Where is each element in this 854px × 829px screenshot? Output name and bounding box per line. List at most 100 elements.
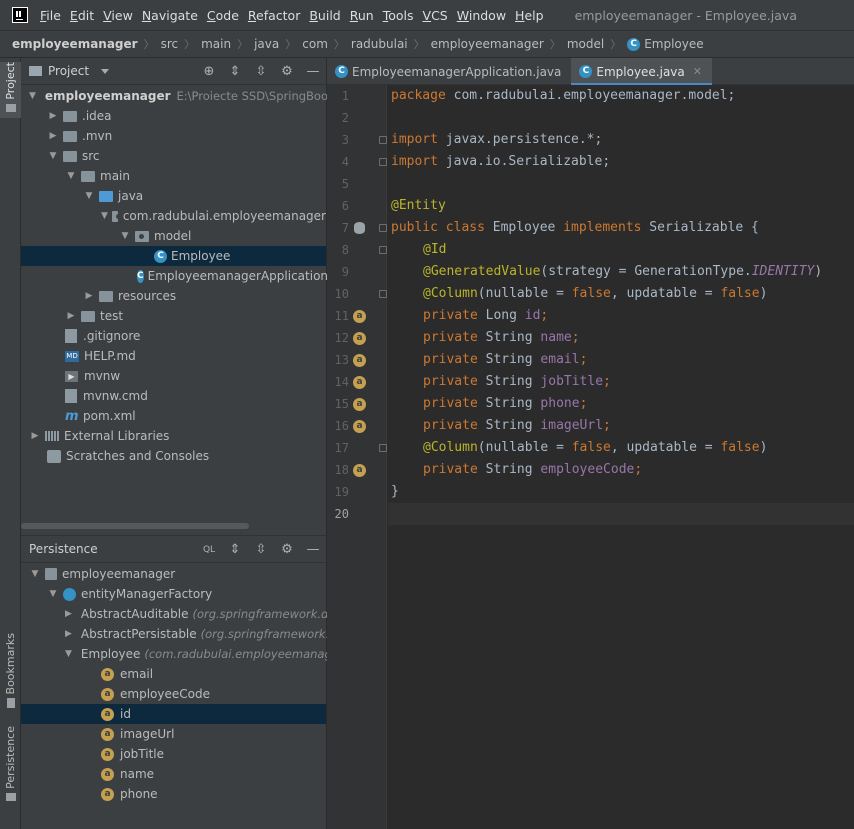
persistence-attr-job-title[interactable]: a jobTitle [21,744,326,764]
chevron-right-icon[interactable]: ▶ [29,431,41,441]
attribute-gutter-icon[interactable]: a [353,310,366,323]
collapse-all-icon[interactable]: ⇳ [254,64,268,79]
menu-window[interactable]: Window [457,8,506,23]
locate-icon[interactable]: ⊕ [202,64,216,79]
fold-marker-icon[interactable] [379,224,387,232]
tab-application-java[interactable]: C EmployeemanagerApplication.java [327,58,571,85]
tree-item-pom[interactable]: m pom.xml [21,406,326,426]
menu-navigate[interactable]: Navigate [142,8,198,23]
persistence-attr-image-url[interactable]: a imageUrl [21,724,326,744]
chevron-down-icon[interactable] [101,68,110,74]
breadcrumb-item[interactable]: src [161,37,179,51]
breadcrumb-item[interactable]: employeemanager [431,37,544,51]
persistence-item-abstract-persistable[interactable]: ▶ AbstractPersistable (org.springframewo… [21,624,337,644]
entity-gutter-icon[interactable] [354,222,365,234]
menu-view[interactable]: View [103,8,133,23]
minimize-icon[interactable]: — [306,64,320,79]
tree-item-external-libraries[interactable]: ▶ External Libraries [21,426,326,446]
persistence-item-abstract-auditable[interactable]: ▶ AbstractAuditable (org.springframework… [21,604,335,624]
horizontal-scrollbar[interactable] [21,523,249,529]
close-icon[interactable]: ✕ [693,65,702,78]
chevron-down-icon[interactable]: ▼ [101,211,108,221]
breadcrumb-item[interactable]: main [201,37,231,51]
tree-item-java[interactable]: ▼ java [21,186,326,206]
tree-item-idea[interactable]: ▶ .idea [21,106,326,126]
breadcrumb-item[interactable]: radubulai [351,37,408,51]
panel-title[interactable]: Project [48,64,89,78]
tree-item-root[interactable]: ▼ employeemanager E:\Proiecte SSD\Spring… [21,86,343,106]
tree-item-mvnw-cmd[interactable]: mvnw.cmd [21,386,326,406]
chevron-down-icon[interactable]: ▼ [47,589,59,599]
chevron-right-icon[interactable]: ▶ [47,131,59,141]
menu-code[interactable]: Code [207,8,239,23]
chevron-right-icon[interactable]: ▶ [65,629,72,639]
menu-file[interactable]: File [40,8,61,23]
chevron-down-icon[interactable]: ▼ [119,231,131,241]
tool-tab-bookmarks[interactable]: Bookmarks [0,633,21,713]
chevron-down-icon[interactable]: ▼ [65,171,77,181]
attribute-gutter-icon[interactable]: a [353,464,366,477]
menu-run[interactable]: Run [350,8,374,23]
breadcrumb-item[interactable]: java [254,37,279,51]
persistence-item-emf[interactable]: ▼ entityManagerFactory [21,584,326,604]
persistence-attr-employee-code[interactable]: a employeeCode [21,684,326,704]
persistence-attr-id[interactable]: a id [21,704,326,724]
tree-item-src[interactable]: ▼ src [21,146,326,166]
tree-item-model[interactable]: ▼ model [21,226,326,246]
tab-employee-java[interactable]: C Employee.java ✕ [571,58,712,86]
persistence-attr-phone[interactable]: a phone [21,784,326,804]
tree-item-scratches[interactable]: Scratches and Consoles [21,446,326,466]
attribute-gutter-icon[interactable]: a [353,398,366,411]
menu-tools[interactable]: Tools [383,8,414,23]
breadcrumb-item[interactable]: com [302,37,328,51]
tree-item-main[interactable]: ▼ main [21,166,326,186]
tree-item-package[interactable]: ▼ com.radubulai.employeemanager [21,206,326,226]
fold-marker-icon[interactable] [379,246,387,254]
menu-refactor[interactable]: Refactor [248,8,300,23]
chevron-down-icon[interactable]: ▼ [29,91,36,101]
fold-marker-icon[interactable] [379,444,387,452]
fold-marker-icon[interactable] [379,136,387,144]
chevron-down-icon[interactable]: ▼ [65,649,72,659]
fold-marker-icon[interactable] [379,158,387,166]
persistence-item-employee[interactable]: ▼ Employee (com.radubulai.employeemanag [21,644,332,664]
breadcrumb-item[interactable]: model [567,37,604,51]
tree-item-mvn[interactable]: ▶ .mvn [21,126,326,146]
chevron-right-icon[interactable]: ▶ [83,291,95,301]
menu-edit[interactable]: Edit [70,8,94,23]
attribute-gutter-icon[interactable]: a [353,420,366,433]
tree-item-employee[interactable]: C Employee [21,246,326,266]
code-editor[interactable]: package com.radubulai.employeemanager.mo… [388,85,854,829]
breadcrumb-item[interactable]: Employee [644,37,703,51]
breadcrumb-item[interactable]: employeemanager [12,37,138,51]
tree-item-test[interactable]: ▶ test [21,306,326,326]
persistence-item-root[interactable]: ▼ employeemanager [21,564,326,584]
collapse-all-icon[interactable]: ⇳ [254,542,268,557]
minimize-icon[interactable]: — [306,542,320,557]
chevron-right-icon[interactable]: ▶ [47,111,59,121]
tool-tab-project[interactable]: Project [0,62,21,118]
menu-build[interactable]: Build [309,8,340,23]
tree-item-application[interactable]: C EmployeemanagerApplication [21,266,328,286]
tool-tab-persistence[interactable]: Persistence [0,726,21,808]
attribute-gutter-icon[interactable]: a [353,376,366,389]
tree-item-mvnw[interactable]: ▶ mvnw [21,366,326,386]
chevron-down-icon[interactable]: ▼ [47,151,59,161]
chevron-right-icon[interactable]: ▶ [65,609,72,619]
chevron-down-icon[interactable]: ▼ [29,569,41,579]
menu-vcs[interactable]: VCS [423,8,448,23]
expand-all-icon[interactable]: ⇕ [228,542,242,557]
expand-all-icon[interactable]: ⇕ [228,64,242,79]
tree-item-gitignore[interactable]: .gitignore [21,326,326,346]
persistence-attr-name[interactable]: a name [21,764,326,784]
fold-marker-icon[interactable] [379,290,387,298]
gear-icon[interactable]: ⚙ [280,64,294,79]
gear-icon[interactable]: ⚙ [280,542,294,557]
attribute-gutter-icon[interactable]: a [353,332,366,345]
attribute-gutter-icon[interactable]: a [353,354,366,367]
persistence-attr-email[interactable]: a email [21,664,326,684]
chevron-down-icon[interactable]: ▼ [83,191,95,201]
tree-item-resources[interactable]: ▶ resources [21,286,326,306]
tree-item-help-md[interactable]: MD HELP.md [21,346,326,366]
ql-console-icon[interactable]: QL [202,545,216,555]
